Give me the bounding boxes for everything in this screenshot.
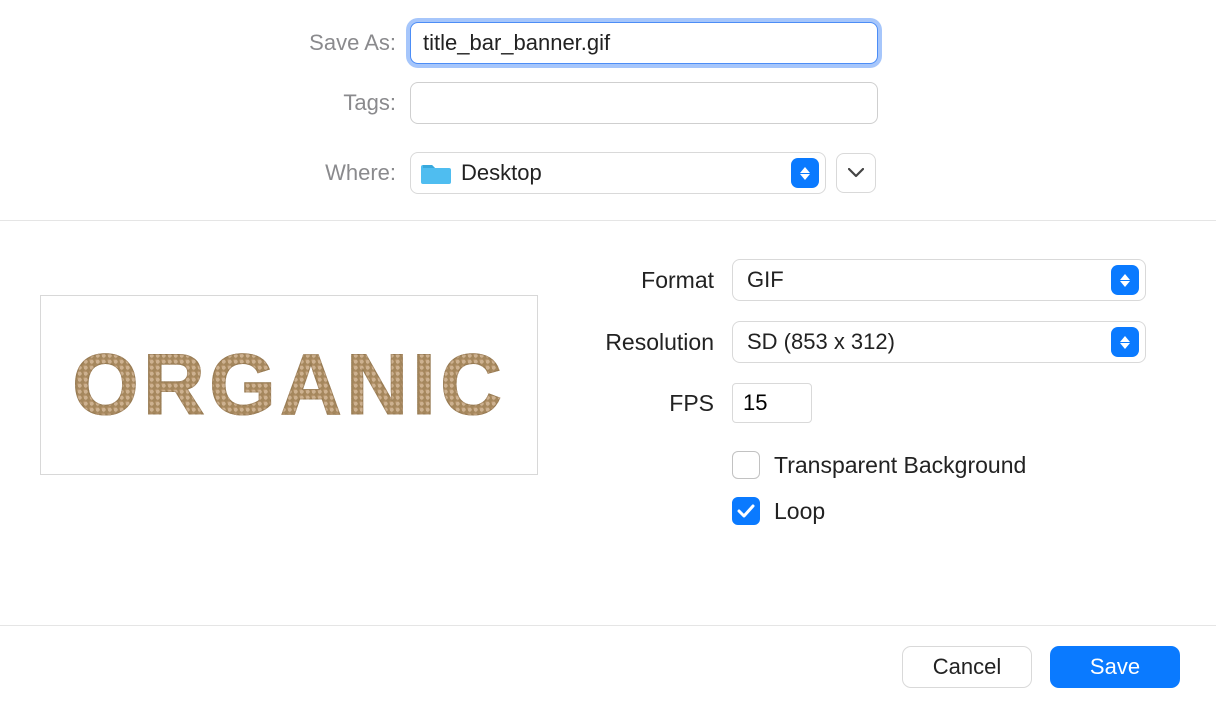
cancel-button[interactable]: Cancel bbox=[902, 646, 1032, 688]
resolution-value: SD (853 x 312) bbox=[747, 329, 1111, 355]
transparent-background-label: Transparent Background bbox=[774, 452, 1026, 479]
folder-icon bbox=[421, 161, 451, 185]
updown-icon bbox=[791, 158, 819, 188]
chevron-down-icon bbox=[848, 168, 864, 178]
expand-panel-button[interactable] bbox=[836, 153, 876, 193]
fps-label: FPS bbox=[574, 390, 732, 417]
button-bar: Cancel Save bbox=[0, 626, 1216, 718]
tags-label: Tags: bbox=[0, 90, 410, 116]
save-dialog: Save As: Tags: Where: bbox=[0, 0, 1216, 718]
save-button[interactable]: Save bbox=[1050, 646, 1180, 688]
tags-input[interactable] bbox=[410, 82, 878, 124]
format-label: Format bbox=[574, 267, 732, 294]
where-select[interactable]: Desktop bbox=[410, 152, 826, 194]
resolution-label: Resolution bbox=[574, 329, 732, 356]
where-label: Where: bbox=[0, 160, 410, 186]
transparent-background-checkbox[interactable] bbox=[732, 451, 760, 479]
updown-icon bbox=[1111, 327, 1139, 357]
preview-content: ORGANIC bbox=[72, 336, 506, 435]
checkmark-icon bbox=[737, 504, 755, 518]
fps-input[interactable] bbox=[732, 383, 812, 423]
updown-icon bbox=[1111, 265, 1139, 295]
format-select[interactable]: GIF bbox=[732, 259, 1146, 301]
options-section: ORGANIC Format GIF Resolution SD (853 x … bbox=[0, 221, 1216, 625]
loop-checkbox[interactable] bbox=[732, 497, 760, 525]
save-as-label: Save As: bbox=[0, 30, 410, 56]
preview-thumbnail: ORGANIC bbox=[40, 295, 538, 475]
filename-section: Save As: Tags: Where: bbox=[0, 0, 1216, 220]
where-value: Desktop bbox=[461, 160, 791, 186]
loop-label: Loop bbox=[774, 498, 825, 525]
resolution-select[interactable]: SD (853 x 312) bbox=[732, 321, 1146, 363]
save-as-input[interactable] bbox=[410, 22, 878, 64]
format-value: GIF bbox=[747, 267, 1111, 293]
